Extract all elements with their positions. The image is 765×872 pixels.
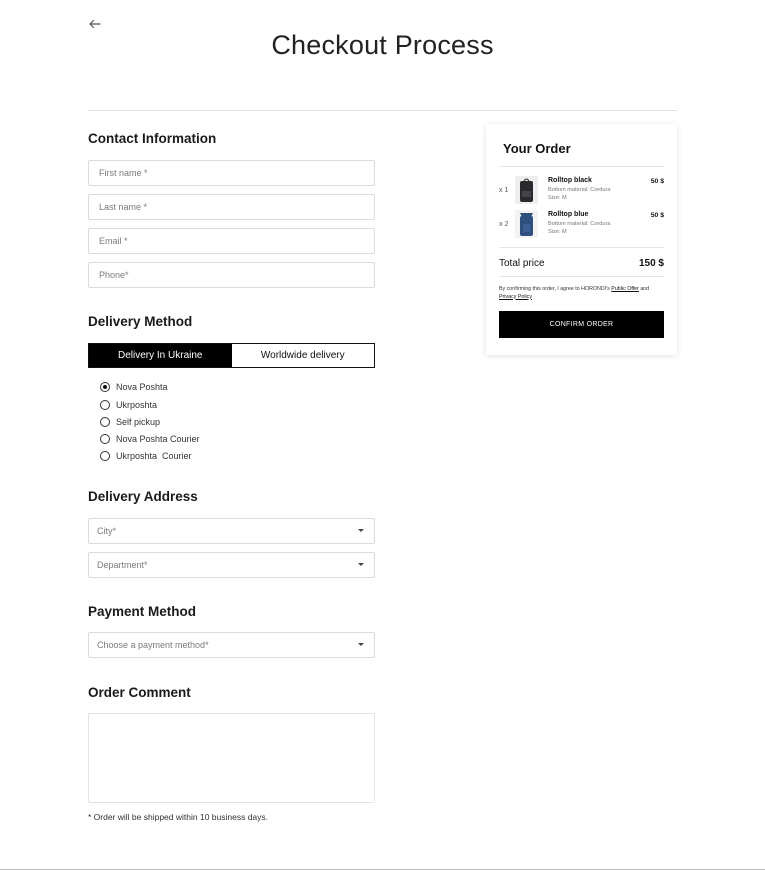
caret-down-icon	[358, 563, 364, 566]
first-name-input[interactable]	[97, 161, 361, 185]
radio-label: Self pickup	[116, 417, 161, 427]
radio-label: Ukrposhta	[116, 400, 158, 410]
radio-empty-icon	[100, 400, 110, 410]
total-price-label: Total price	[499, 258, 545, 269]
confirm-order-button[interactable]: CONFIRM ORDER	[499, 311, 664, 338]
address-section-title: Delivery Address	[88, 489, 198, 504]
product-image	[514, 209, 539, 239]
radio-selected-icon	[100, 382, 110, 392]
item-price: 50 $	[650, 212, 664, 219]
shipping-note: * Order will be shipped within 10 busine…	[88, 812, 269, 822]
divider	[499, 276, 664, 277]
radio-self-pickup[interactable]: Self pickup	[100, 415, 160, 429]
terms-text: By confirming this order, I agree to HOR…	[499, 286, 664, 301]
product-image	[514, 175, 539, 205]
item-quantity: x 2	[499, 221, 509, 228]
radio-label: Nova Poshta	[116, 382, 168, 392]
terms-mid: and	[638, 286, 650, 292]
page-title: Checkout Process	[271, 30, 494, 60]
phone-input[interactable]	[97, 263, 361, 287]
item-size: Size: M	[548, 195, 567, 201]
payment-method-select[interactable]: Choose a payment method*	[88, 632, 375, 658]
contact-section-title: Contact Information	[88, 131, 217, 146]
backpack-icon	[515, 210, 538, 238]
radio-label: Nova Poshta Courier	[116, 434, 200, 444]
last-name-input[interactable]	[97, 195, 361, 219]
item-price: 50 $	[650, 178, 664, 185]
item-name: Rolltop black	[548, 177, 592, 184]
order-summary-card: Your Order x 1 Rolltop black Bottom mate…	[486, 124, 677, 355]
radio-ukrposhta[interactable]: Ukrposhta	[100, 398, 157, 412]
payment-section-title: Payment Method	[88, 604, 197, 619]
phone-field[interactable]	[88, 262, 375, 288]
email-field[interactable]	[88, 228, 375, 254]
item-name: Rolltop blue	[548, 211, 589, 218]
divider	[88, 110, 677, 111]
radio-empty-icon	[100, 451, 110, 461]
radio-nova-poshta[interactable]: Nova Poshta	[100, 380, 168, 394]
radio-empty-icon	[100, 417, 110, 427]
department-placeholder: Department*	[97, 560, 148, 570]
privacy-policy-link[interactable]: Privacy Policy	[499, 294, 532, 300]
terms-prefix: By confirming this order, I agree to HOR…	[499, 286, 612, 292]
item-size: Size: M	[548, 229, 567, 235]
public-offer-link[interactable]: Public Offer	[611, 286, 639, 292]
divider	[499, 166, 664, 167]
city-placeholder: City*	[97, 526, 117, 536]
caret-down-icon	[358, 643, 364, 646]
delivery-section-title: Delivery Method	[88, 314, 193, 329]
first-name-field[interactable]	[88, 160, 375, 186]
radio-nova-poshta-courier[interactable]: Nova Poshta Courier	[100, 432, 200, 446]
radio-label: Ukrposhta Courier	[116, 451, 192, 461]
radio-empty-icon	[100, 434, 110, 444]
caret-down-icon	[358, 529, 364, 532]
city-select[interactable]: City*	[88, 518, 375, 544]
payment-placeholder: Choose a payment method*	[97, 640, 209, 650]
item-material: Bottom material: Cordura	[548, 187, 611, 193]
item-quantity: x 1	[499, 187, 509, 194]
department-select[interactable]: Department*	[88, 552, 375, 578]
delivery-tabs: Delivery In Ukraine Worldwide delivery	[88, 343, 375, 368]
tab-worldwide-delivery[interactable]: Worldwide delivery	[231, 344, 374, 367]
total-price-value: 150 $	[638, 258, 664, 269]
order-title: Your Order	[503, 141, 571, 156]
bottom-divider	[0, 869, 765, 870]
radio-ukrposhta-courier[interactable]: Ukrposhta Courier	[100, 449, 192, 463]
backpack-icon	[515, 176, 538, 204]
divider	[499, 247, 664, 248]
tab-delivery-ukraine[interactable]: Delivery In Ukraine	[89, 344, 232, 367]
order-comment-textarea[interactable]	[88, 713, 375, 803]
item-material: Bottom material: Cordura	[548, 221, 611, 227]
comment-section-title: Order Comment	[88, 685, 191, 700]
last-name-field[interactable]	[88, 194, 375, 220]
email-input[interactable]	[97, 229, 361, 253]
